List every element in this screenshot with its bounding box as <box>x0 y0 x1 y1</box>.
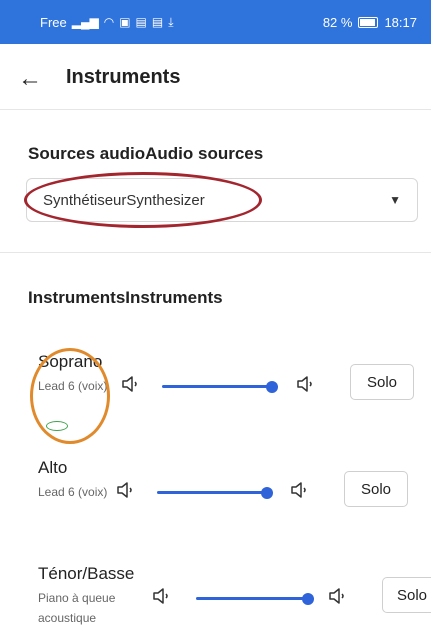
notification-icon: ▤ <box>151 15 164 29</box>
status-bar: Free ▂▄▆ ◠ ▣ ▤ ▤ ⤓ 82 % 18:17 <box>0 0 431 44</box>
notification-icon: ▤ <box>135 15 147 29</box>
header-divider <box>0 109 431 110</box>
instruments-label: InstrumentsInstruments <box>28 288 223 307</box>
solo-button[interactable]: Solo <box>382 577 431 613</box>
battery-icon <box>358 16 379 28</box>
instruments-screen: ← Instruments <box>0 44 431 642</box>
slider-thumb[interactable] <box>302 592 315 605</box>
solo-button[interactable]: Solo <box>344 471 408 507</box>
status-right: 82 % 18:17 <box>323 15 417 30</box>
app-bar: ← Instruments <box>0 54 431 104</box>
back-arrow-icon[interactable]: ← <box>18 66 44 92</box>
slider-thumb[interactable] <box>261 486 274 499</box>
solo-button[interactable]: Solo <box>350 364 414 400</box>
status-left: Free ▂▄▆ ◠ ▣ ▤ ▤ ⤓ <box>40 15 174 30</box>
clock: 18:17 <box>384 14 417 30</box>
page-title: Instruments <box>66 66 181 88</box>
slider-track[interactable] <box>162 385 273 388</box>
section-divider <box>0 252 431 253</box>
instrument-row: Soprano Lead 6 (voix) Solo <box>0 352 431 442</box>
instrument-row: Alto Lead 6 (voix) Solo <box>0 458 431 548</box>
slider-track[interactable] <box>157 491 268 494</box>
slider-track[interactable] <box>196 597 309 600</box>
instrument-name: Alto <box>38 458 68 477</box>
battery-percent: 82 % <box>322 14 353 30</box>
instrument-name: Soprano <box>38 352 103 371</box>
audio-sources-label: Sources audioAudio sources <box>28 144 264 163</box>
speaker-high-icon[interactable] <box>328 586 346 606</box>
signal-icon: ▂▄▆ <box>71 15 99 29</box>
instrument-description: Piano à queue acoustique <box>38 591 116 625</box>
instrument-description: Lead 6 (voix) <box>38 485 108 499</box>
speaker-low-icon[interactable] <box>152 586 170 606</box>
download-icon: ⤓ <box>168 14 174 29</box>
speaker-high-icon[interactable] <box>290 480 308 500</box>
instrument-row: Ténor/Basse Piano à queue acoustique Sol… <box>0 564 431 642</box>
chevron-down-icon: ▼ <box>389 193 401 207</box>
notification-icon: ▣ <box>119 15 131 29</box>
instrument-name: Ténor/Basse <box>38 564 135 583</box>
speaker-low-icon[interactable] <box>121 374 139 394</box>
audio-source-value: SynthétiseurSynthesizer <box>43 191 205 209</box>
wifi-icon: ◠ <box>103 15 115 29</box>
speaker-low-icon[interactable] <box>116 480 134 500</box>
carrier-label: Free <box>40 14 67 30</box>
slider-thumb[interactable] <box>266 380 279 393</box>
speaker-high-icon[interactable] <box>296 374 314 394</box>
audio-source-select[interactable]: SynthétiseurSynthesizer ▼ <box>26 178 418 222</box>
instrument-description: Lead 6 (voix) <box>38 379 108 393</box>
